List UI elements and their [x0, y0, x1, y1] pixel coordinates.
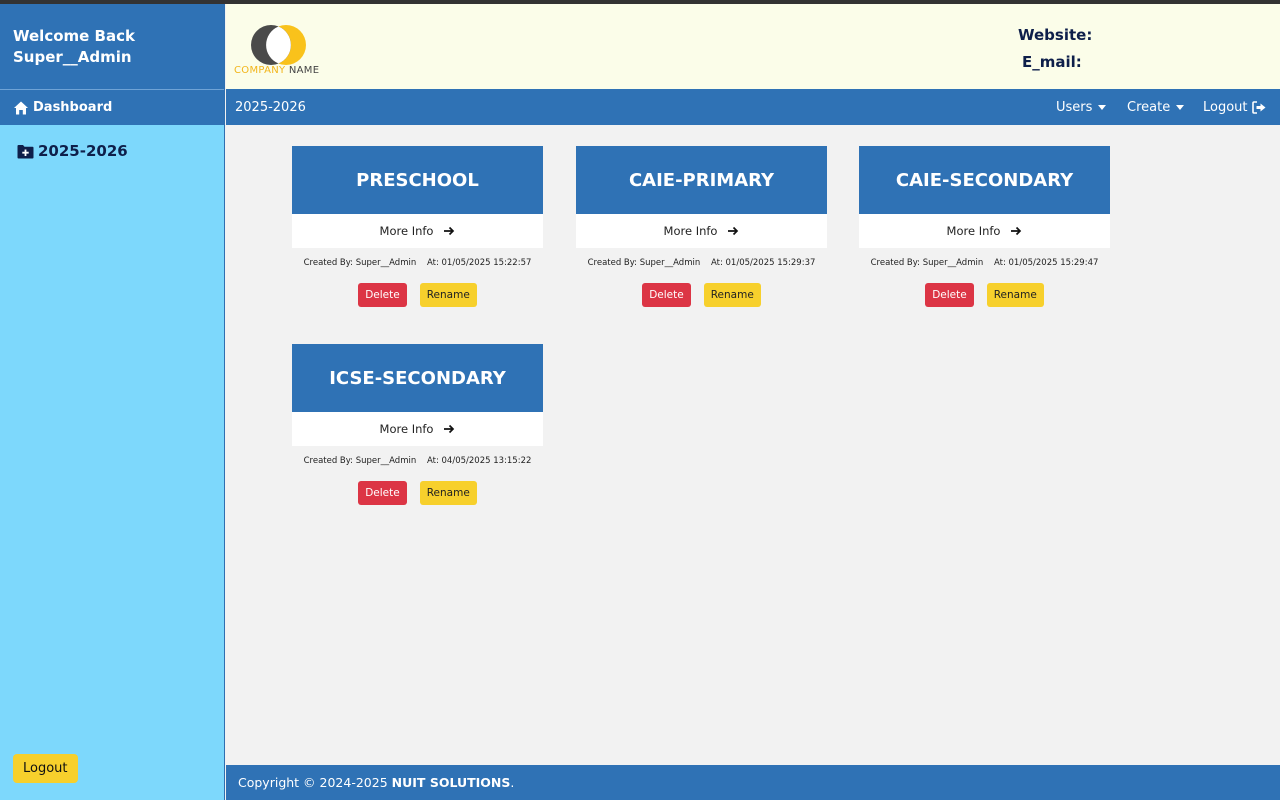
welcome-text: Welcome Back	[13, 27, 135, 45]
more-info-link[interactable]: More Info	[576, 214, 827, 248]
created-at: At: 01/05/2025 15:22:57	[426, 258, 532, 268]
delete-button[interactable]: Delete	[925, 283, 974, 307]
card-meta: Created By: Super__Admin At: 01/05/2025 …	[859, 258, 1110, 268]
arrow-right-icon	[444, 424, 455, 434]
created-by: Created By: Super__Admin	[587, 258, 701, 268]
navbar-logout-label: Logout	[1203, 100, 1248, 115]
more-info-link[interactable]: More Info	[859, 214, 1110, 248]
sidebar-logout-button[interactable]: Logout	[13, 754, 78, 783]
card-meta: Created By: Super__Admin At: 04/05/2025 …	[292, 456, 543, 466]
folder-plus-icon	[17, 144, 34, 158]
sidebar-item-dashboard[interactable]: Dashboard	[0, 89, 224, 125]
course-card: CAIE-SECONDARY More Info Created By: Sup…	[859, 146, 1110, 307]
users-dropdown-label: Users	[1056, 100, 1093, 115]
welcome-block: Welcome Back Super__Admin	[0, 4, 224, 89]
created-by: Created By: Super__Admin	[303, 456, 417, 466]
rename-button[interactable]: Rename	[703, 283, 761, 307]
card-title: CAIE-PRIMARY	[576, 146, 827, 214]
rename-button[interactable]: Rename	[419, 283, 477, 307]
sidebar-item-label: Dashboard	[33, 100, 113, 115]
more-info-link[interactable]: More Info	[292, 412, 543, 446]
more-info-link[interactable]: More Info	[292, 214, 543, 248]
card-actions: Delete Rename	[292, 283, 543, 307]
website-label: Website:	[1018, 26, 1093, 44]
footer: Copyright © 2024-2025 NUIT SOLUTIONS .	[226, 765, 1280, 800]
contact-info: Website: E_mail:	[1018, 22, 1092, 76]
footer-copyright: Copyright © 2024-2025	[238, 775, 388, 790]
logo-company: COMPANY	[234, 65, 286, 76]
card-meta: Created By: Super__Admin At: 01/05/2025 …	[576, 258, 827, 268]
more-info-label: More Info	[379, 224, 434, 238]
course-card: ICSE-SECONDARY More Info Created By: Sup…	[292, 344, 543, 505]
sidebar: Welcome Back Super__Admin Dashboard 2025…	[0, 4, 225, 800]
course-card: PRESCHOOL More Info Created By: Super__A…	[292, 146, 543, 307]
created-by: Created By: Super__Admin	[870, 258, 984, 268]
rename-button[interactable]: Rename	[986, 283, 1044, 307]
home-icon	[14, 101, 28, 114]
sidebar-item-label: 2025-2026	[38, 142, 128, 160]
created-by: Created By: Super__Admin	[303, 258, 417, 268]
delete-button[interactable]: Delete	[358, 481, 407, 505]
email-label: E_mail:	[1022, 53, 1082, 71]
footer-company: NUIT SOLUTIONS	[391, 775, 511, 790]
arrow-right-icon	[728, 226, 739, 236]
delete-button[interactable]: Delete	[358, 283, 407, 307]
course-card: CAIE-PRIMARY More Info Created By: Super…	[576, 146, 827, 307]
more-info-label: More Info	[379, 422, 434, 436]
footer-suffix: .	[510, 775, 515, 790]
created-at: At: 04/05/2025 13:15:22	[426, 456, 532, 466]
card-meta: Created By: Super__Admin At: 01/05/2025 …	[292, 258, 543, 268]
card-actions: Delete Rename	[576, 283, 827, 307]
more-info-label: More Info	[946, 224, 1001, 238]
top-navbar: 2025-2026 Users Create Logout	[226, 89, 1280, 125]
caret-down-icon	[1098, 105, 1107, 110]
welcome-username: Super__Admin	[13, 48, 132, 66]
users-dropdown[interactable]: Users	[1056, 100, 1107, 115]
navbar-logout-link[interactable]: Logout	[1203, 100, 1266, 115]
card-title: ICSE-SECONDARY	[292, 344, 543, 412]
card-title: CAIE-SECONDARY	[859, 146, 1110, 214]
card-actions: Delete Rename	[292, 481, 543, 505]
logo-name: NAME	[288, 65, 320, 76]
create-dropdown[interactable]: Create	[1127, 100, 1185, 115]
created-at: At: 01/05/2025 15:29:47	[993, 258, 1099, 268]
rename-button[interactable]: Rename	[419, 481, 477, 505]
header: COMPANY NAME Website: E_mail:	[226, 4, 1280, 89]
delete-button[interactable]: Delete	[642, 283, 691, 307]
sidebar-item-year[interactable]: 2025-2026	[0, 125, 224, 160]
card-actions: Delete Rename	[859, 283, 1110, 307]
logo-text: COMPANY NAME	[234, 65, 319, 76]
sign-out-icon	[1251, 101, 1266, 114]
navbar-current-year: 2025-2026	[235, 100, 306, 115]
create-dropdown-label: Create	[1127, 100, 1171, 115]
arrow-right-icon	[444, 226, 455, 236]
created-at: At: 01/05/2025 15:29:37	[710, 258, 816, 268]
card-title: PRESCHOOL	[292, 146, 543, 214]
caret-down-icon	[1176, 105, 1185, 110]
more-info-label: More Info	[663, 224, 718, 238]
arrow-right-icon	[1011, 226, 1022, 236]
